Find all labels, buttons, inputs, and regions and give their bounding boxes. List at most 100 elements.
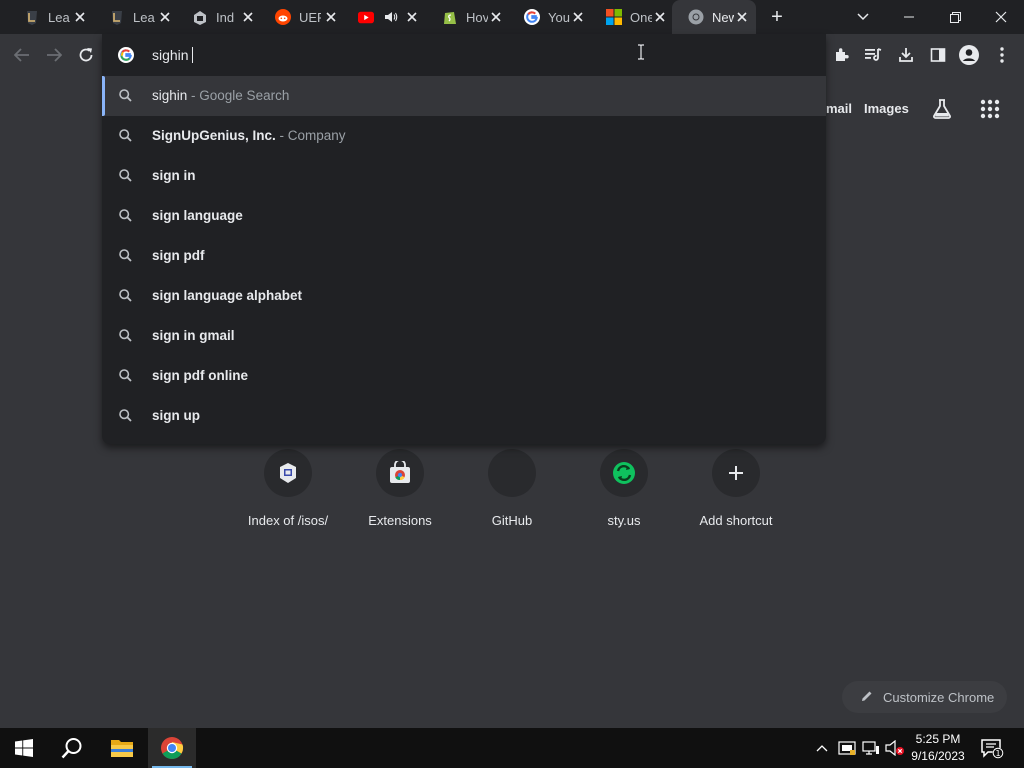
shortcut-label: GitHub [491,513,533,528]
browser-tab[interactable]: UEF [259,0,345,34]
tab-search-button[interactable] [840,0,886,34]
customize-chrome-button[interactable]: Customize Chrome [842,681,1007,713]
search-icon [119,169,132,187]
notification-count: 1 [995,749,1000,758]
omnibox-text: sighin [152,47,189,63]
reload-icon [79,48,93,62]
folder-icon [111,740,133,757]
tab-title: Hov [466,9,488,25]
suggestion-match: sign pdf [152,248,205,263]
omnibox-suggestion[interactable]: sign up [102,396,826,436]
taskbar-clock[interactable]: 5:25 PM 9/16/2023 [902,731,974,765]
google-icon [524,9,540,25]
tab-close-button[interactable] [240,9,256,25]
profile-button[interactable] [957,43,981,67]
add-shortcut-button[interactable]: Add shortcut [680,449,792,549]
arrow-left-icon [14,48,29,62]
ntp-shortcut[interactable]: sty.us [568,449,680,549]
close-window-button[interactable] [978,0,1024,34]
close-icon [737,12,747,22]
shortcut-label: Extensions [368,513,432,528]
tab-close-button[interactable] [323,9,339,25]
browser-tab[interactable]: Ind [176,0,262,34]
minimize-button[interactable] [886,0,932,34]
tab-title: One [630,9,652,25]
tab-close-button[interactable] [404,9,420,25]
extensions-button[interactable] [830,43,854,67]
chrome-web-store-icon [376,449,424,497]
omnibox-suggestion[interactable]: sign pdf [102,236,826,276]
browser-tab[interactable]: Hov [426,0,510,34]
browser-tab[interactable]: One [590,0,674,34]
omnibox-dropdown: sighin sighin - Google Search SignUpGeniu… [102,34,826,444]
images-link[interactable]: Images [864,101,909,116]
clock-time: 5:25 PM [915,732,961,746]
folder-index-icon [192,9,208,25]
tab-close-button[interactable] [570,9,586,25]
google-icon [118,47,134,68]
ntp-shortcut[interactable]: GitHub [456,449,568,549]
tray-device-icon[interactable] [836,728,858,768]
omnibox-suggestion[interactable]: sign in [102,156,826,196]
browser-tab[interactable]: Lea [8,0,94,34]
tab-title: You [548,9,570,25]
side-panel-button[interactable] [926,43,950,67]
reload-button[interactable] [74,43,98,67]
browser-tab[interactable] [342,0,426,34]
league-icon [24,9,40,25]
close-icon [573,12,583,22]
restore-button[interactable] [932,0,978,34]
tab-close-button[interactable] [652,9,668,25]
browser-tab[interactable]: New [672,0,756,34]
media-control-button[interactable] [861,43,885,67]
chrome-icon [161,737,184,759]
customize-chrome-label: Customize Chrome [883,690,995,705]
new-tab-button[interactable]: + [766,6,788,28]
omnibox-suggestion[interactable]: sign pdf online [102,356,826,396]
downloads-button[interactable] [894,43,918,67]
youtube-icon [358,9,374,25]
ntp-shortcut[interactable]: Index of /isos/ [232,449,344,549]
forward-button[interactable] [42,43,66,67]
network-icon [862,741,879,755]
taskbar-file-explorer[interactable] [98,728,146,768]
shortcut-label: Add shortcut [699,513,773,528]
labs-button[interactable] [930,97,954,121]
suggestion-match: sign language alphabet [152,288,303,303]
tab-close-button[interactable] [157,9,173,25]
browser-tab[interactable]: Lea [93,0,179,34]
gmail-link[interactable]: mail [826,101,852,116]
show-hidden-icons-button[interactable] [812,728,832,768]
omnibox-suggestion[interactable]: SignUpGenius, Inc. - Company [102,116,826,156]
google-apps-button[interactable] [978,97,1002,121]
chrome-menu-button[interactable] [990,43,1014,67]
tab-title: Lea [48,9,70,25]
ntp-shortcut[interactable]: Extensions [344,449,456,549]
minimize-icon [904,16,914,18]
browser-tab[interactable]: You [508,0,592,34]
start-button[interactable] [0,728,48,768]
close-icon [326,12,336,22]
chrome-icon [688,9,704,25]
omnibox-suggestion[interactable]: sign in gmail [102,316,826,356]
puzzle-icon [836,48,849,61]
back-button[interactable] [10,43,34,67]
close-icon [407,12,417,22]
tab-title: UEF [299,9,321,25]
action-center-button[interactable]: 1 [980,736,1004,760]
taskbar-search-button[interactable] [48,728,96,768]
omnibox-suggestion[interactable]: sighin - Google Search [102,76,826,116]
omnibox-suggestion[interactable]: sign language alphabet [102,276,826,316]
suggestion-text: sighin [152,88,188,103]
tray-network-button[interactable] [860,728,882,768]
close-icon [243,12,253,22]
omnibox-input[interactable]: sighin [102,34,826,76]
tab-close-button[interactable] [488,9,504,25]
close-icon [655,12,665,22]
taskbar-chrome[interactable] [148,728,196,768]
tab-close-button[interactable] [734,9,750,25]
omnibox-suggestion[interactable]: sign language [102,196,826,236]
search-icon [119,89,132,107]
speaker-icon[interactable] [384,11,398,23]
tab-close-button[interactable] [72,9,88,25]
